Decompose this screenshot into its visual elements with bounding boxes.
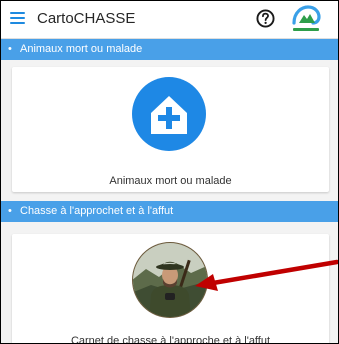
app-screen: CartoCHASSE • Animaux mort ou malade Ani… xyxy=(1,1,338,343)
question-mark-icon[interactable] xyxy=(256,9,275,28)
cartochasse-logo-icon[interactable] xyxy=(290,4,322,34)
card-animaux-mort-ou-malade[interactable]: Animaux mort ou malade xyxy=(12,67,329,192)
section-header-label: Animaux mort ou malade xyxy=(20,43,143,55)
app-title: CartoCHASSE xyxy=(37,10,136,27)
section-header-chasse: • Chasse à l'approchet et à l'affut xyxy=(1,201,338,222)
card-label: Animaux mort ou malade xyxy=(109,175,232,187)
card-carnet-de-chasse[interactable]: Carnet de chasse à l'approche et à l'aff… xyxy=(12,234,329,343)
hamburger-menu-icon[interactable] xyxy=(10,12,25,25)
section-header-animaux: • Animaux mort ou malade xyxy=(1,39,338,60)
house-plus-icon xyxy=(132,77,206,151)
bullet-dot: • xyxy=(8,43,12,55)
bullet-dot: • xyxy=(8,205,12,217)
app-bar: CartoCHASSE xyxy=(1,1,338,39)
card-label: Carnet de chasse à l'approche et à l'aff… xyxy=(70,335,271,343)
hunter-portrait-icon xyxy=(132,242,208,318)
section-header-label: Chasse à l'approchet et à l'affut xyxy=(20,205,174,217)
